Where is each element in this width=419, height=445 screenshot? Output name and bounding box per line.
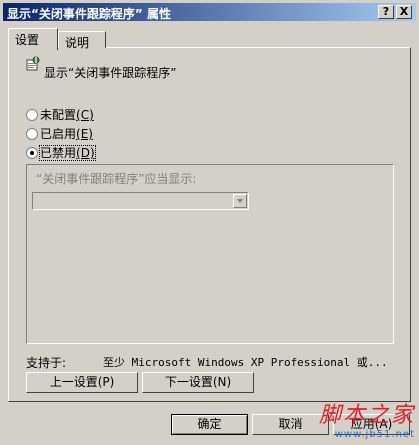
options-group [26,164,394,344]
support-label: 支持于: [26,356,67,370]
tab-explain[interactable]: 说明 [58,31,106,50]
tab-label: 设置 [15,33,40,47]
properties-dialog: 显示“关闭事件跟踪程序” 属性 ? X 设置 说明 显示“关闭事件跟踪程序” 未… [0,0,419,445]
radio-hotkey: (D) [76,146,95,160]
radio-hotkey: (C) [76,108,94,122]
radio-disabled[interactable]: 已禁用(D) [26,144,96,161]
next-setting-button[interactable]: 下一设置(N) [142,372,254,393]
previous-setting-button[interactable]: 上一设置(P) [26,372,138,393]
window-title: 显示“关闭事件跟踪程序” 属性 [7,7,171,21]
title-bar[interactable]: 显示“关闭事件跟踪程序” 属性 ? X [3,3,416,21]
apply-button[interactable]: 应用(A) [333,414,410,435]
close-icon: X [399,5,409,18]
radio-button[interactable] [26,109,38,121]
tab-label: 说明 [65,36,90,50]
radio-enabled[interactable]: 已启用(E) [26,125,93,141]
display-mode-select[interactable] [32,192,249,210]
options-prompt: “关闭事件跟踪程序”应当显示: [36,172,197,186]
radio-label: 已禁用 [40,146,77,160]
dropdown-button[interactable] [233,194,247,208]
policy-name: 显示“关闭事件跟踪程序” [44,66,177,80]
cancel-button[interactable]: 取消 [252,414,329,435]
policy-setting-icon [26,56,40,71]
close-button[interactable]: X [396,5,412,19]
radio-label: 未配置 [40,108,77,122]
radio-not-configured[interactable]: 未配置(C) [26,106,94,122]
radio-label-wrap: 已禁用(D) [39,145,96,161]
ok-button[interactable]: 确定 [171,414,248,435]
radio-hotkey: (E) [76,127,93,141]
radio-label: 已启用 [40,127,77,141]
tab-settings[interactable]: 设置 [8,28,58,50]
radio-button[interactable] [26,128,38,140]
help-icon: ? [382,5,390,18]
support-value: 至少 Microsoft Windows XP Professional 或..… [103,356,388,369]
radio-button[interactable] [26,147,38,159]
help-button[interactable]: ? [378,5,394,19]
chevron-down-icon [237,199,243,203]
